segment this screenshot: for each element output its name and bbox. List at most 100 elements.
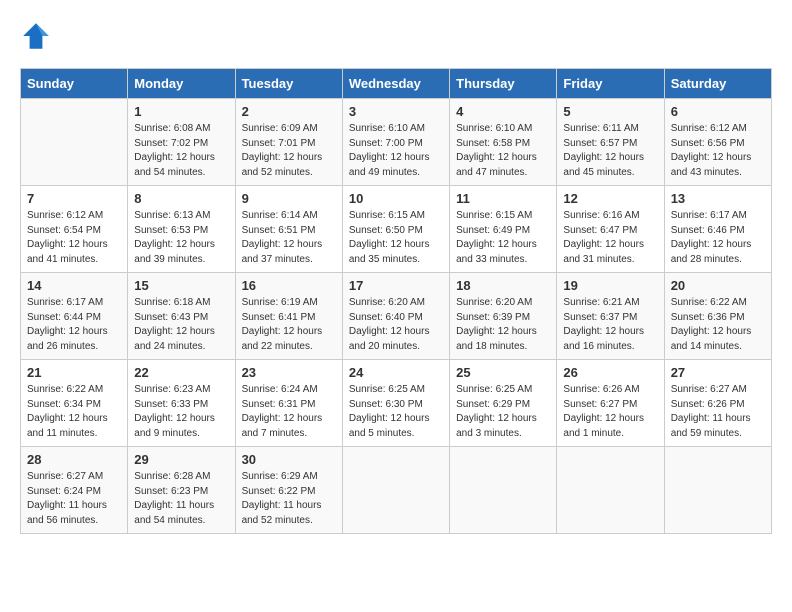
- cell-info: Sunrise: 6:16 AMSunset: 6:47 PMDaylight:…: [563, 209, 657, 267]
- cell-info: Sunrise: 6:14 AMSunset: 6:51 PMDaylight:…: [242, 209, 336, 267]
- day-number: 12: [563, 191, 657, 206]
- weekday-header: Sunday: [21, 69, 128, 99]
- calendar-cell: 12 Sunrise: 6:16 AMSunset: 6:47 PMDayligh…: [557, 186, 664, 273]
- calendar-cell: 4 Sunrise: 6:10 AMSunset: 6:58 PMDaylight…: [450, 99, 557, 186]
- cell-info: Sunrise: 6:09 AMSunset: 7:01 PMDaylight:…: [242, 122, 336, 180]
- calendar-week-row: 14Sunrise: 6:17 AMSunset: 6:44 PMDayligh…: [21, 273, 772, 360]
- calendar-cell: 17 Sunrise: 6:20 AMSunset: 6:40 PMDayligh…: [342, 273, 449, 360]
- day-number: 28: [27, 452, 121, 467]
- cell-info: Sunrise: 6:29 AMSunset: 6:22 PMDaylight:…: [242, 470, 336, 528]
- weekday-header: Tuesday: [235, 69, 342, 99]
- calendar-table: SundayMondayTuesdayWednesdayThursdayFrid…: [20, 68, 772, 534]
- day-number: 23: [242, 365, 336, 380]
- calendar-cell: 8Sunrise: 6:13 AMSunset: 6:53 PMDaylight…: [128, 186, 235, 273]
- calendar-cell: 7 Sunrise: 6:12 AMSunset: 6:54 PMDaylight…: [21, 186, 128, 273]
- calendar-week-row: 21 Sunrise: 6:22 AMSunset: 6:34 PMDayligh…: [21, 360, 772, 447]
- calendar-cell: 9 Sunrise: 6:14 AMSunset: 6:51 PMDaylight…: [235, 186, 342, 273]
- cell-info: Sunrise: 6:24 AMSunset: 6:31 PMDaylight:…: [242, 383, 336, 441]
- weekday-header: Thursday: [450, 69, 557, 99]
- logo-icon: [20, 20, 52, 52]
- day-number: 20: [671, 278, 765, 293]
- day-number: 15: [134, 278, 228, 293]
- calendar-cell: 26Sunrise: 6:26 AMSunset: 6:27 PMDayligh…: [557, 360, 664, 447]
- calendar-cell: 11 Sunrise: 6:15 AMSunset: 6:49 PMDayligh…: [450, 186, 557, 273]
- day-number: 8: [134, 191, 228, 206]
- page-header: [20, 20, 772, 52]
- logo: [20, 20, 56, 52]
- day-number: 7: [27, 191, 121, 206]
- calendar-cell: 23 Sunrise: 6:24 AMSunset: 6:31 PMDayligh…: [235, 360, 342, 447]
- cell-info: Sunrise: 6:19 AMSunset: 6:41 PMDaylight:…: [242, 296, 336, 354]
- calendar-cell: 16 Sunrise: 6:19 AMSunset: 6:41 PMDayligh…: [235, 273, 342, 360]
- cell-info: Sunrise: 6:25 AMSunset: 6:29 PMDaylight:…: [456, 383, 550, 441]
- calendar-cell: 14Sunrise: 6:17 AMSunset: 6:44 PMDayligh…: [21, 273, 128, 360]
- calendar-week-row: 28Sunrise: 6:27 AMSunset: 6:24 PMDayligh…: [21, 447, 772, 534]
- day-number: 16: [242, 278, 336, 293]
- day-number: 21: [27, 365, 121, 380]
- calendar-cell: 5 Sunrise: 6:11 AMSunset: 6:57 PMDaylight…: [557, 99, 664, 186]
- cell-info: Sunrise: 6:12 AMSunset: 6:54 PMDaylight:…: [27, 209, 121, 267]
- calendar-cell: 13 Sunrise: 6:17 AMSunset: 6:46 PMDayligh…: [664, 186, 771, 273]
- cell-info: Sunrise: 6:20 AMSunset: 6:40 PMDaylight:…: [349, 296, 443, 354]
- calendar-cell: 20Sunrise: 6:22 AMSunset: 6:36 PMDayligh…: [664, 273, 771, 360]
- calendar-cell: 1Sunrise: 6:08 AMSunset: 7:02 PMDaylight…: [128, 99, 235, 186]
- calendar-cell: 21 Sunrise: 6:22 AMSunset: 6:34 PMDayligh…: [21, 360, 128, 447]
- calendar-cell: 22 Sunrise: 6:23 AMSunset: 6:33 PMDayligh…: [128, 360, 235, 447]
- calendar-cell: 19 Sunrise: 6:21 AMSunset: 6:37 PMDayligh…: [557, 273, 664, 360]
- day-number: 11: [456, 191, 550, 206]
- weekday-header: Monday: [128, 69, 235, 99]
- day-number: 17: [349, 278, 443, 293]
- calendar-cell: 27 Sunrise: 6:27 AMSunset: 6:26 PMDayligh…: [664, 360, 771, 447]
- cell-info: Sunrise: 6:10 AMSunset: 7:00 PMDaylight:…: [349, 122, 443, 180]
- weekday-header: Wednesday: [342, 69, 449, 99]
- cell-info: Sunrise: 6:23 AMSunset: 6:33 PMDaylight:…: [134, 383, 228, 441]
- day-number: 18: [456, 278, 550, 293]
- day-number: 3: [349, 104, 443, 119]
- cell-info: Sunrise: 6:15 AMSunset: 6:50 PMDaylight:…: [349, 209, 443, 267]
- day-number: 10: [349, 191, 443, 206]
- day-number: 26: [563, 365, 657, 380]
- calendar-cell: [664, 447, 771, 534]
- day-number: 25: [456, 365, 550, 380]
- day-number: 5: [563, 104, 657, 119]
- weekday-header-row: SundayMondayTuesdayWednesdayThursdayFrid…: [21, 69, 772, 99]
- day-number: 4: [456, 104, 550, 119]
- calendar-cell: 28Sunrise: 6:27 AMSunset: 6:24 PMDayligh…: [21, 447, 128, 534]
- cell-info: Sunrise: 6:21 AMSunset: 6:37 PMDaylight:…: [563, 296, 657, 354]
- calendar-cell: [450, 447, 557, 534]
- day-number: 9: [242, 191, 336, 206]
- day-number: 27: [671, 365, 765, 380]
- cell-info: Sunrise: 6:10 AMSunset: 6:58 PMDaylight:…: [456, 122, 550, 180]
- cell-info: Sunrise: 6:28 AMSunset: 6:23 PMDaylight:…: [134, 470, 228, 528]
- day-number: 1: [134, 104, 228, 119]
- day-number: 30: [242, 452, 336, 467]
- calendar-cell: 29 Sunrise: 6:28 AMSunset: 6:23 PMDayligh…: [128, 447, 235, 534]
- calendar-week-row: 7 Sunrise: 6:12 AMSunset: 6:54 PMDaylight…: [21, 186, 772, 273]
- day-number: 14: [27, 278, 121, 293]
- cell-info: Sunrise: 6:22 AMSunset: 6:34 PMDaylight:…: [27, 383, 121, 441]
- calendar-cell: 6Sunrise: 6:12 AMSunset: 6:56 PMDaylight…: [664, 99, 771, 186]
- cell-info: Sunrise: 6:18 AMSunset: 6:43 PMDaylight:…: [134, 296, 228, 354]
- calendar-cell: 10 Sunrise: 6:15 AMSunset: 6:50 PMDayligh…: [342, 186, 449, 273]
- cell-info: Sunrise: 6:27 AMSunset: 6:26 PMDaylight:…: [671, 383, 765, 441]
- day-number: 19: [563, 278, 657, 293]
- calendar-cell: 25 Sunrise: 6:25 AMSunset: 6:29 PMDayligh…: [450, 360, 557, 447]
- weekday-header: Saturday: [664, 69, 771, 99]
- cell-info: Sunrise: 6:15 AMSunset: 6:49 PMDaylight:…: [456, 209, 550, 267]
- day-number: 29: [134, 452, 228, 467]
- day-number: 13: [671, 191, 765, 206]
- cell-info: Sunrise: 6:20 AMSunset: 6:39 PMDaylight:…: [456, 296, 550, 354]
- day-number: 22: [134, 365, 228, 380]
- calendar-cell: 18 Sunrise: 6:20 AMSunset: 6:39 PMDayligh…: [450, 273, 557, 360]
- weekday-header: Friday: [557, 69, 664, 99]
- cell-info: Sunrise: 6:11 AMSunset: 6:57 PMDaylight:…: [563, 122, 657, 180]
- calendar-cell: 24Sunrise: 6:25 AMSunset: 6:30 PMDayligh…: [342, 360, 449, 447]
- calendar-cell: 3 Sunrise: 6:10 AMSunset: 7:00 PMDaylight…: [342, 99, 449, 186]
- day-number: 24: [349, 365, 443, 380]
- cell-info: Sunrise: 6:12 AMSunset: 6:56 PMDaylight:…: [671, 122, 765, 180]
- cell-info: Sunrise: 6:17 AMSunset: 6:46 PMDaylight:…: [671, 209, 765, 267]
- calendar-cell: 15 Sunrise: 6:18 AMSunset: 6:43 PMDayligh…: [128, 273, 235, 360]
- calendar-cell: 2Sunrise: 6:09 AMSunset: 7:01 PMDaylight…: [235, 99, 342, 186]
- calendar-cell: 30 Sunrise: 6:29 AMSunset: 6:22 PMDayligh…: [235, 447, 342, 534]
- calendar-cell: [21, 99, 128, 186]
